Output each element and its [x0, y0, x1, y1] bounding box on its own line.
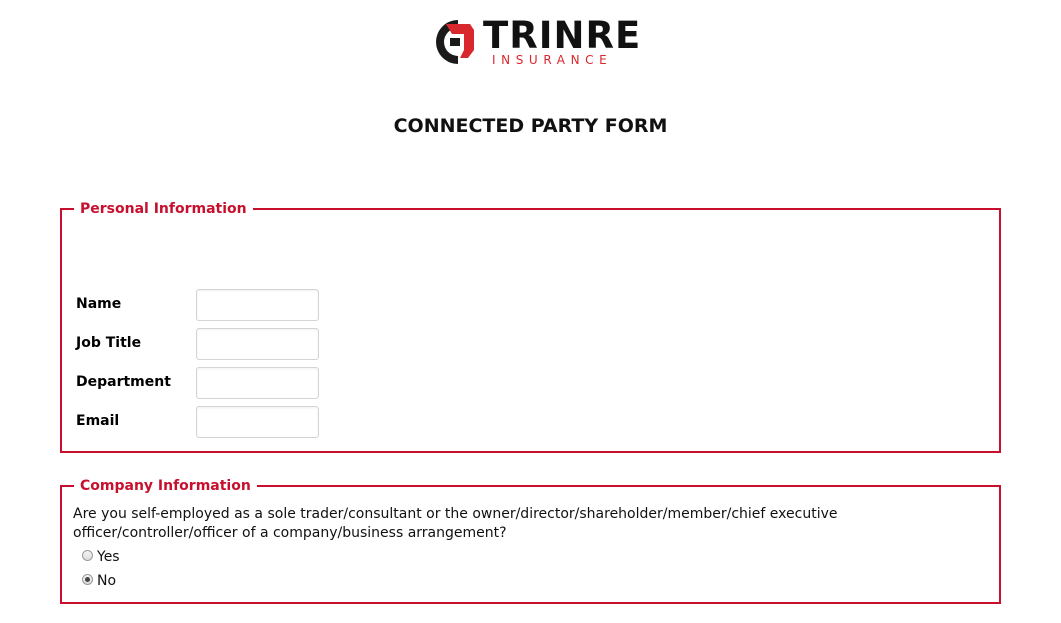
personal-information-legend: Personal Information: [74, 200, 253, 218]
department-label: Department: [76, 374, 171, 390]
radio-button-no[interactable]: [82, 574, 93, 585]
company-information-section: Company Information Are you self-employe…: [60, 477, 1001, 604]
job-title-row: Job Title: [62, 328, 999, 362]
name-row: Name: [62, 289, 999, 323]
trinre-logo-mark-icon: [436, 20, 474, 64]
brand-name: TRINRE: [483, 14, 642, 57]
name-label: Name: [76, 296, 122, 312]
company-information-legend: Company Information: [74, 477, 257, 495]
self-employed-question: Are you self-employed as a sole trader/c…: [73, 506, 838, 541]
email-input[interactable]: [196, 406, 319, 438]
page-title: CONNECTED PARTY FORM: [393, 115, 668, 137]
job-title-label: Job Title: [76, 335, 142, 351]
name-input[interactable]: [196, 289, 319, 321]
brand-tagline: INSURANCE: [492, 53, 613, 67]
department-row: Department: [62, 367, 999, 401]
brand-logo: TRINRE INSURANCE: [432, 14, 640, 72]
department-input[interactable]: [196, 367, 319, 399]
job-title-input[interactable]: [196, 328, 319, 360]
email-row: Email: [62, 406, 999, 440]
personal-information-section: Personal Information Name Job Title Depa…: [60, 200, 1001, 453]
radio-label-yes: Yes: [97, 549, 120, 565]
radio-label-no: No: [97, 573, 117, 589]
radio-button-yes[interactable]: [82, 550, 93, 561]
email-label: Email: [76, 413, 120, 429]
